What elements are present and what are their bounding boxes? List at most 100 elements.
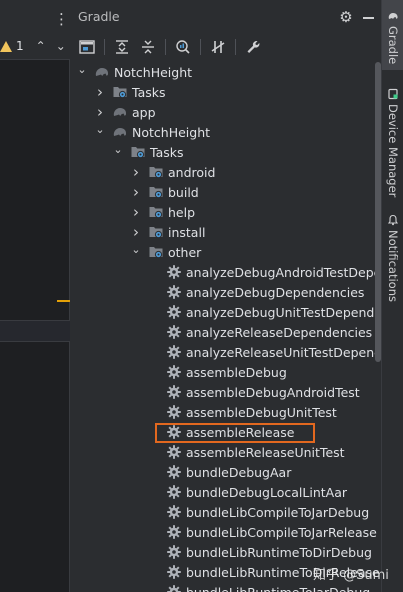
- chevron-right-icon[interactable]: ›: [94, 83, 106, 101]
- gear-icon: [166, 324, 182, 340]
- gear-icon: [166, 564, 182, 580]
- tree-item-label: help: [168, 204, 196, 220]
- task-item[interactable]: bundleDebugLocalLintAar: [70, 482, 381, 502]
- folder-gear-icon: [112, 84, 128, 100]
- folder-gear-icon: [148, 164, 164, 180]
- task-item[interactable]: assembleReleaseUnitTest: [70, 442, 381, 462]
- folder-gear-icon: [148, 184, 164, 200]
- tree-item-label: analyzeDebugAndroidTestDependencies: [186, 264, 381, 280]
- device-icon: [388, 88, 398, 100]
- gradle-toolbar: [70, 34, 381, 60]
- chevron-down-icon[interactable]: ⌄: [94, 123, 106, 136]
- folder-gear-icon: [148, 204, 164, 220]
- task-item[interactable]: bundleLibCompileToJarRelease: [70, 522, 381, 542]
- gear-icon: [166, 484, 182, 500]
- gear-icon: [166, 284, 182, 300]
- task-item[interactable]: analyzeDebugUnitTestDependencies: [70, 302, 381, 322]
- tree-item-label: analyzeDebugDependencies: [186, 284, 365, 300]
- expand-all-icon: [116, 40, 128, 54]
- folder-gear-icon: [130, 144, 146, 160]
- tree-item-label: other: [168, 244, 202, 260]
- task-item[interactable]: bundleLibRuntimeToDirDebug: [70, 542, 381, 562]
- task-item[interactable]: assembleDebugUnitTest: [70, 402, 381, 422]
- tree-item-label: Tasks: [150, 144, 184, 160]
- task-item[interactable]: analyzeReleaseDependencies: [70, 322, 381, 342]
- task-item[interactable]: assembleDebugAndroidTest: [70, 382, 381, 402]
- highlight-box: [155, 423, 315, 443]
- folder-gear-icon: [148, 244, 164, 260]
- tree-module-tasks[interactable]: ⌄ Tasks: [70, 142, 381, 162]
- tree-item-label: bundleLibCompileToJarRelease: [186, 524, 377, 540]
- chevron-right-icon[interactable]: ›: [130, 163, 142, 181]
- tree-item-label: install: [168, 224, 206, 240]
- expand-all-button[interactable]: [113, 38, 131, 56]
- execute-task-button[interactable]: [78, 38, 96, 56]
- tree-item-label: bundleLibRuntimeToDirDebug: [186, 544, 372, 560]
- analyze-dependencies-button[interactable]: [174, 38, 192, 56]
- previous-highlight-icon[interactable]: ⌃: [36, 39, 46, 53]
- tree-group-android[interactable]: › android: [70, 162, 381, 182]
- panel-title: Gradle: [78, 9, 120, 24]
- bell-icon: [387, 214, 399, 226]
- warning-icon: [0, 40, 12, 52]
- gear-icon: [166, 584, 182, 592]
- tree-item-label: app: [132, 104, 156, 120]
- chevron-right-icon[interactable]: ›: [94, 103, 106, 121]
- elephant-icon: [94, 64, 110, 80]
- toggle-offline-mode-button[interactable]: [209, 38, 227, 56]
- stripe-gradle-tab[interactable]: Gradle: [386, 10, 400, 64]
- task-item[interactable]: analyzeDebugAndroidTestDependencies: [70, 262, 381, 282]
- tree-item-label: bundleLibCompileToJarDebug: [186, 504, 370, 520]
- gear-icon: [166, 344, 182, 360]
- task-item[interactable]: analyzeDebugDependencies: [70, 282, 381, 302]
- tree-root-tasks[interactable]: › Tasks: [70, 82, 381, 102]
- settings-gear-icon[interactable]: ⚙: [338, 9, 354, 25]
- tree-item-label: analyzeReleaseDependencies: [186, 324, 373, 340]
- chevron-down-icon[interactable]: ⌄: [112, 143, 124, 156]
- tree-group-help[interactable]: › help: [70, 202, 381, 222]
- stripe-device-manager-tab[interactable]: Device Manager: [386, 88, 400, 197]
- chevron-right-icon[interactable]: ›: [130, 203, 142, 221]
- task-item[interactable]: bundleLibRuntimeToJarDebug: [70, 582, 381, 592]
- collapse-all-button[interactable]: [139, 38, 157, 56]
- analyze-icon: [176, 40, 190, 54]
- tree-root-notchheight[interactable]: ⌄ NotchHeight: [70, 62, 381, 82]
- gradle-tool-window: Gradle ⚙ ⌄ NotchHeight › Tasks › app ⌄ N…: [70, 0, 381, 592]
- toolbar-separator: [200, 39, 201, 55]
- chevron-down-icon[interactable]: ⌄: [130, 243, 142, 256]
- tree-item-label: build: [168, 184, 199, 200]
- task-item[interactable]: bundleDebugAar: [70, 462, 381, 482]
- terminal-icon: [79, 40, 95, 54]
- tree-item-label: NotchHeight: [132, 124, 211, 140]
- tree-item-label: bundleLibRuntimeToJarDebug: [186, 584, 371, 592]
- editor-area[interactable]: ⋮ 1 ⌃ ⌄: [0, 0, 70, 592]
- elephant-icon: [112, 124, 128, 140]
- tree-notchheight-module[interactable]: ⌄ NotchHeight: [70, 122, 381, 142]
- tree-group-other[interactable]: ⌄ other: [70, 242, 381, 262]
- gear-icon: [166, 444, 182, 460]
- watermark: 知乎 @Sumi: [313, 568, 389, 583]
- task-item[interactable]: bundleLibCompileToJarDebug: [70, 502, 381, 522]
- task-item[interactable]: assembleDebug: [70, 362, 381, 382]
- offline-mode-icon: [211, 41, 225, 53]
- minimize-icon[interactable]: [363, 17, 374, 19]
- inspection-widget[interactable]: 1 ⌃ ⌄: [0, 36, 66, 56]
- gear-icon: [166, 264, 182, 280]
- tree-item-label: analyzeDebugUnitTestDependencies: [186, 304, 381, 320]
- editor-header: ⋮ 1 ⌃ ⌄: [0, 0, 70, 60]
- stripe-notifications-tab[interactable]: Notifications: [386, 214, 400, 302]
- toolbar-separator: [104, 39, 105, 55]
- chevron-right-icon[interactable]: ›: [130, 183, 142, 201]
- tree-group-build[interactable]: › build: [70, 182, 381, 202]
- more-options-icon[interactable]: ⋮: [54, 10, 69, 28]
- chevron-down-icon[interactable]: ⌄: [76, 63, 88, 76]
- tree-app[interactable]: › app: [70, 102, 381, 122]
- chevron-right-icon[interactable]: ›: [130, 223, 142, 241]
- tree-item-label: analyzeReleaseUnitTestDependencies: [186, 344, 381, 360]
- build-settings-button[interactable]: [244, 38, 262, 56]
- task-item[interactable]: analyzeReleaseUnitTestDependencies: [70, 342, 381, 362]
- stripe-device-manager-label: Device Manager: [386, 104, 400, 198]
- tree-group-install[interactable]: › install: [70, 222, 381, 242]
- elephant-icon: [388, 13, 398, 19]
- next-highlight-icon[interactable]: ⌄: [56, 39, 66, 53]
